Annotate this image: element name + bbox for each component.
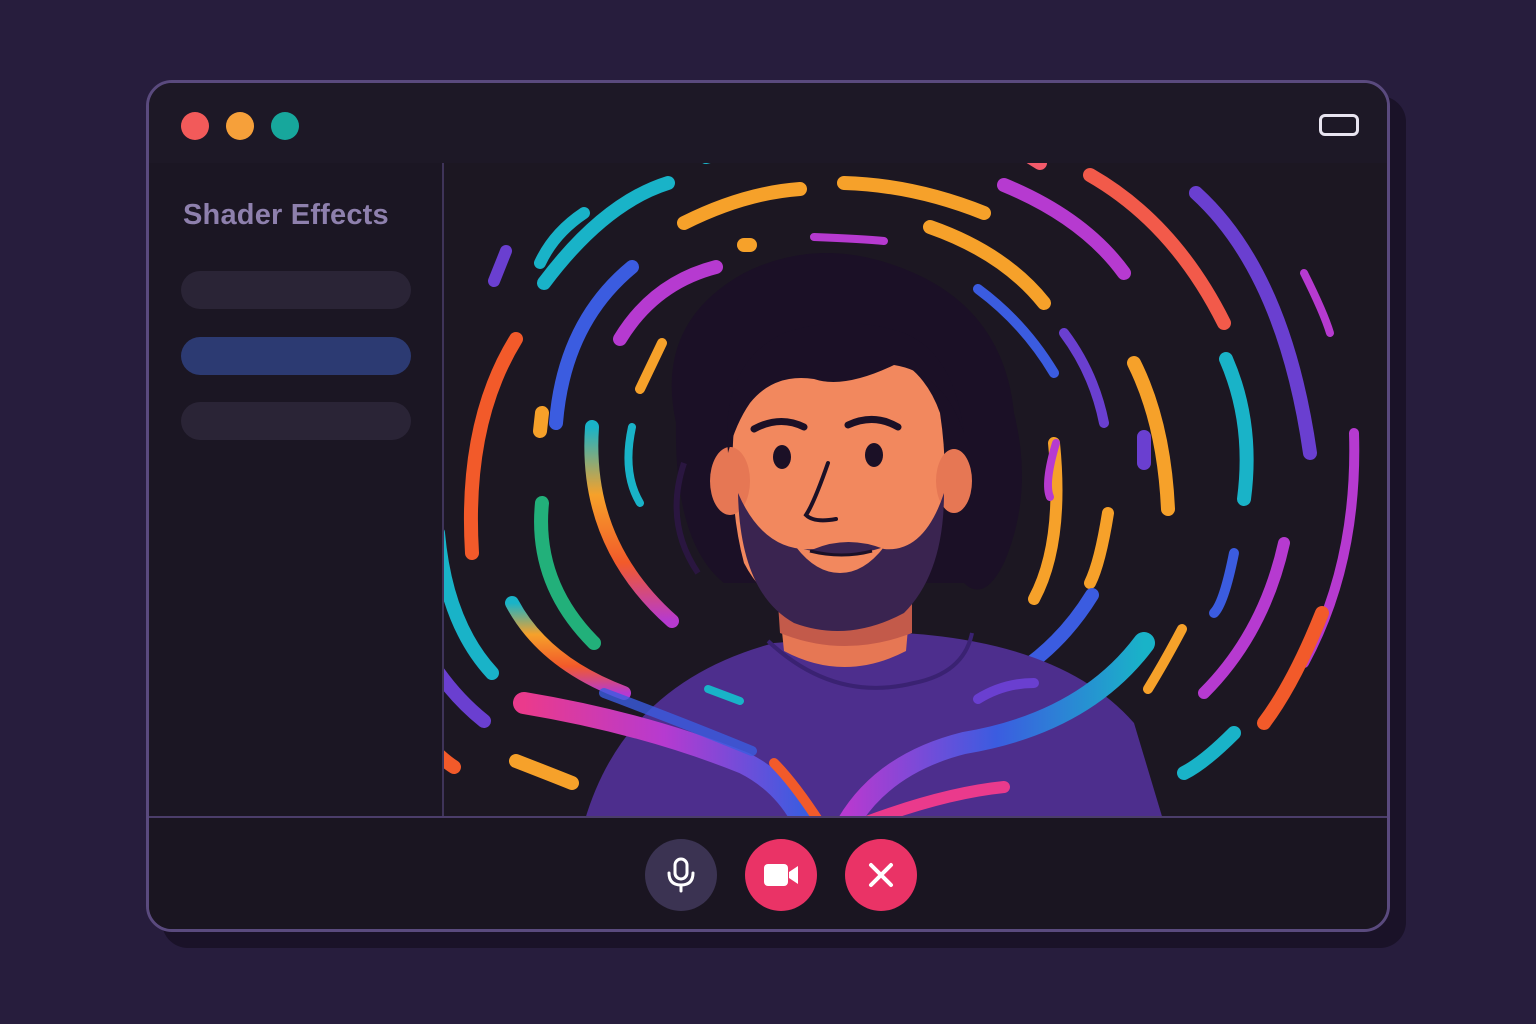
end-call-button[interactable] xyxy=(845,839,917,911)
window-maximize-icon[interactable] xyxy=(1319,114,1359,136)
mute-button[interactable] xyxy=(645,839,717,911)
close-icon xyxy=(869,863,893,887)
camera-toggle-button[interactable] xyxy=(745,839,817,911)
video-camera-icon xyxy=(764,864,798,886)
shader-video-frame xyxy=(444,163,1360,821)
microphone-icon xyxy=(667,857,695,893)
sidebar-item-2-selected[interactable] xyxy=(181,337,411,375)
video-stage xyxy=(444,163,1387,821)
window-zoom-button[interactable] xyxy=(271,112,299,140)
sidebar: Shader Effects xyxy=(149,163,444,821)
sidebar-item-1[interactable] xyxy=(181,271,411,309)
sidebar-title: Shader Effects xyxy=(183,199,389,231)
title-bar xyxy=(149,83,1387,165)
window-close-button[interactable] xyxy=(181,112,209,140)
window-minimize-button[interactable] xyxy=(226,112,254,140)
sidebar-item-3[interactable] xyxy=(181,402,411,440)
call-control-bar xyxy=(149,816,1387,929)
app-window: Shader Effects xyxy=(146,80,1390,932)
